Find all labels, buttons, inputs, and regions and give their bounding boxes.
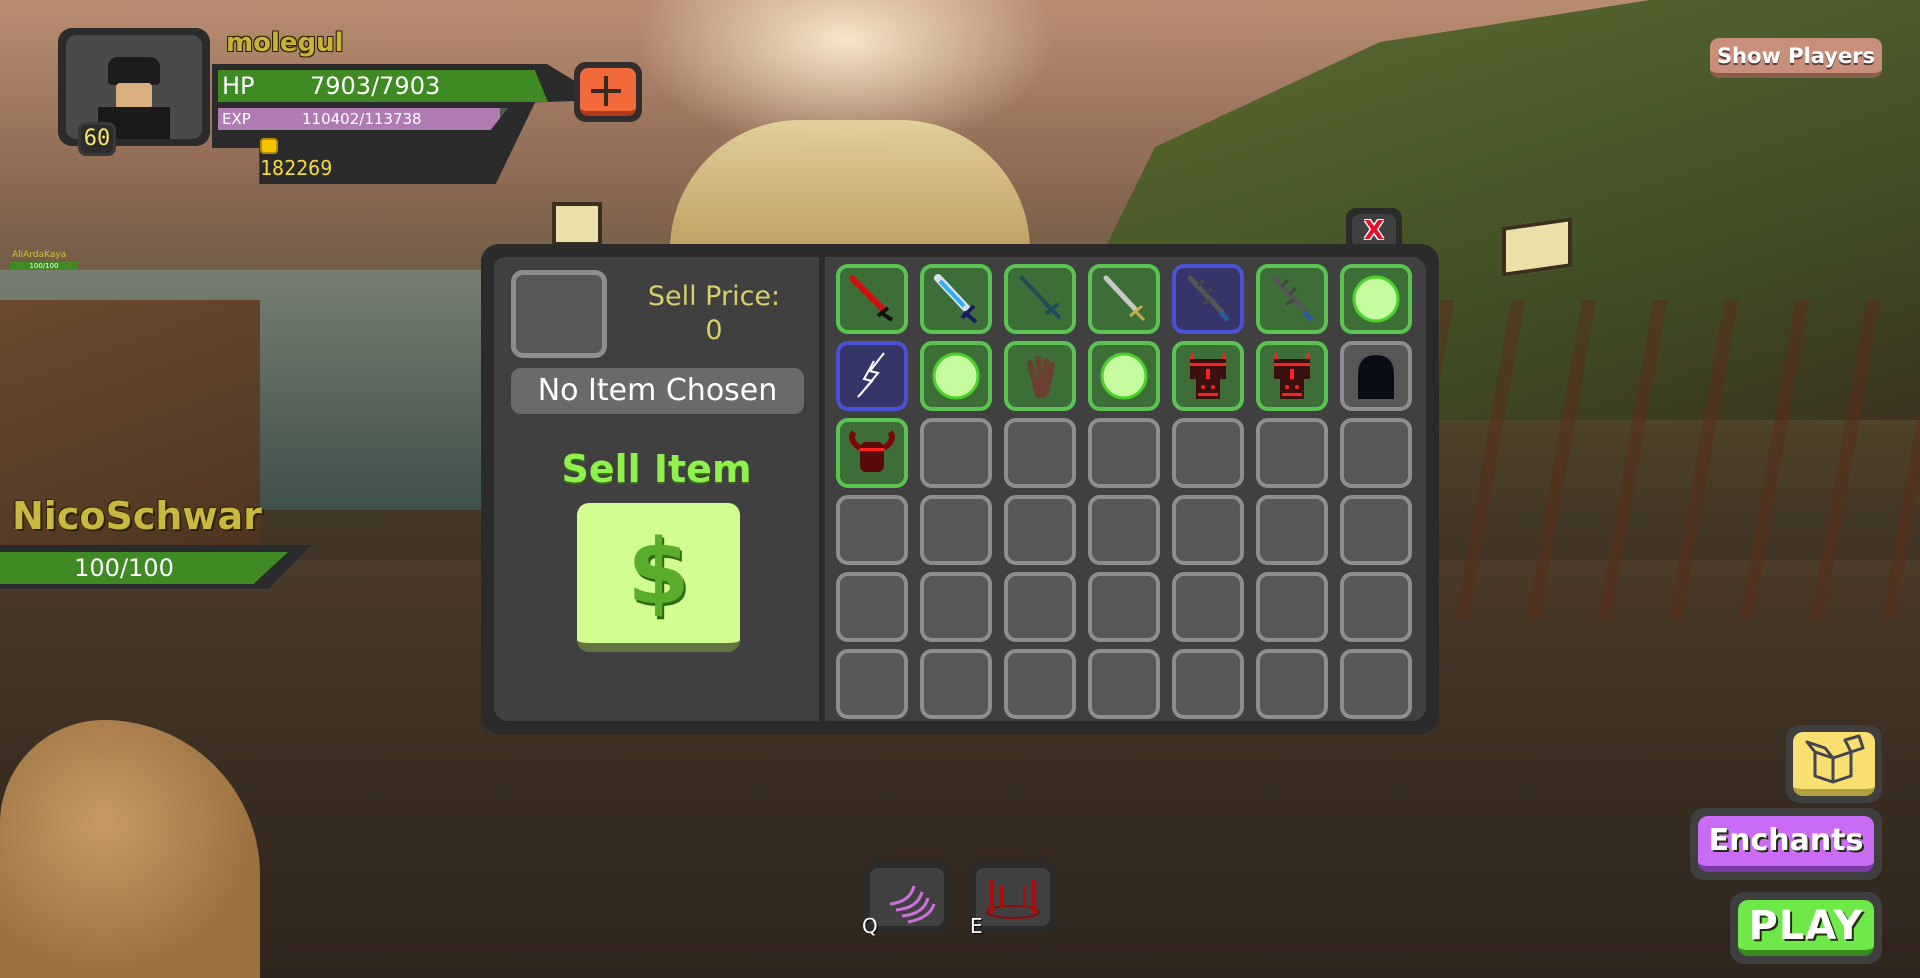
level-badge: 60	[78, 122, 116, 156]
inventory-slot-empty[interactable]	[1088, 649, 1160, 719]
inventory-box-button[interactable]	[1786, 725, 1882, 803]
background-fence	[1440, 300, 1920, 620]
npc-hp-bar: 100/100	[0, 552, 288, 584]
inventory-slot-empty[interactable]	[1340, 418, 1412, 488]
inventory-slot-empty[interactable]	[1172, 495, 1244, 565]
inventory-slot[interactable]	[836, 341, 908, 411]
inventory-slot-empty[interactable]	[836, 495, 908, 565]
inventory-slot[interactable]	[1172, 341, 1244, 411]
inventory-slot-empty[interactable]	[836, 572, 908, 642]
inventory-slot[interactable]	[1340, 264, 1412, 334]
enchants-label: Enchants	[1698, 816, 1874, 872]
inventory-slot[interactable]	[1004, 341, 1076, 411]
other-player-hp: 100/100	[10, 262, 78, 270]
inventory-slot[interactable]	[920, 341, 992, 411]
slash-waves-icon	[889, 885, 936, 924]
inventory-slot-empty[interactable]	[1256, 418, 1328, 488]
inventory-slot-empty[interactable]	[1004, 572, 1076, 642]
inventory-slot-empty[interactable]	[1256, 495, 1328, 565]
inventory-slot[interactable]	[836, 418, 908, 488]
play-button[interactable]: PLAY	[1730, 892, 1882, 964]
inventory-slot-empty[interactable]	[1004, 649, 1076, 719]
inventory-slot-empty[interactable]	[1004, 495, 1076, 565]
show-players-button[interactable]: Show Players	[1710, 38, 1882, 78]
exp-value: 110402/113738	[302, 110, 422, 128]
background-lantern	[1502, 217, 1572, 277]
selected-item-name: No Item Chosen	[511, 368, 804, 414]
inventory-slot[interactable]	[1088, 341, 1160, 411]
inventory-grid	[836, 264, 1412, 719]
inventory-slot-empty[interactable]	[1172, 572, 1244, 642]
inventory-slot-empty[interactable]	[920, 649, 992, 719]
inventory-slot-empty[interactable]	[1340, 495, 1412, 565]
inventory-slot[interactable]	[836, 264, 908, 334]
sell-details: Sell Price: 0 No Item Chosen Sell Item $	[494, 257, 819, 721]
background-lantern	[552, 202, 602, 246]
inventory-slot-empty[interactable]	[1172, 418, 1244, 488]
inventory-slot-empty[interactable]	[1256, 649, 1328, 719]
inventory-slot-empty[interactable]	[836, 649, 908, 719]
dollar-icon: $	[627, 520, 690, 625]
inventory-slot-empty[interactable]	[1256, 572, 1328, 642]
npc-name: NicoSchwar	[12, 494, 262, 538]
sell-button[interactable]: $	[577, 503, 740, 652]
inventory-slot[interactable]	[1340, 341, 1412, 411]
inventory-slot[interactable]	[1172, 264, 1244, 334]
sell-price-value: 0	[705, 315, 723, 346]
coin-icon	[260, 137, 278, 154]
coin-value: 182269	[260, 156, 333, 180]
play-label: PLAY	[1738, 900, 1874, 956]
inventory-slot-empty[interactable]	[920, 418, 992, 488]
sell-item-heading: Sell Item	[561, 447, 752, 491]
plus-icon	[580, 68, 636, 116]
add-stats-button[interactable]	[574, 62, 642, 122]
ability-q-key: Q	[862, 914, 878, 938]
exp-label: EXP	[222, 110, 251, 128]
inventory-slot-empty[interactable]	[920, 495, 992, 565]
inventory-slot-empty[interactable]	[1340, 572, 1412, 642]
selected-item-preview	[511, 270, 607, 358]
hp-label: HP	[222, 72, 255, 100]
background-wagon	[670, 120, 1030, 250]
inventory-slot-empty[interactable]	[1340, 649, 1412, 719]
sword-circle-icon	[986, 880, 1040, 919]
enchants-button[interactable]: Enchants	[1690, 808, 1882, 880]
sell-price-label: Sell Price:	[647, 281, 781, 312]
inventory-slot[interactable]	[1004, 264, 1076, 334]
inventory-slot-empty[interactable]	[1088, 572, 1160, 642]
inventory-slot-empty[interactable]	[1088, 418, 1160, 488]
ability-e-key: E	[970, 914, 983, 938]
hp-bar: HP 7903/7903	[218, 70, 548, 102]
inventory-slot[interactable]	[1256, 341, 1328, 411]
inventory-slot[interactable]	[920, 264, 992, 334]
open-box-icon	[1805, 734, 1865, 784]
exp-bar: EXP 110402/113738	[218, 108, 508, 130]
inventory-area	[825, 257, 1426, 721]
player-username: molegul	[226, 28, 344, 58]
inventory-slot[interactable]	[1088, 264, 1160, 334]
inventory-slot[interactable]	[1256, 264, 1328, 334]
inventory-slot-empty[interactable]	[1088, 495, 1160, 565]
sell-panel: Sell Price: 0 No Item Chosen Sell Item $	[481, 244, 1439, 734]
inventory-slot-empty[interactable]	[1004, 418, 1076, 488]
coin-counter: 182269	[260, 132, 332, 180]
other-player-name: AliArdaKaya	[12, 250, 67, 260]
close-button[interactable]: X	[1352, 214, 1396, 248]
hp-value: 7903/7903	[310, 72, 441, 100]
inventory-slot-empty[interactable]	[1172, 649, 1244, 719]
inventory-slot-empty[interactable]	[920, 572, 992, 642]
